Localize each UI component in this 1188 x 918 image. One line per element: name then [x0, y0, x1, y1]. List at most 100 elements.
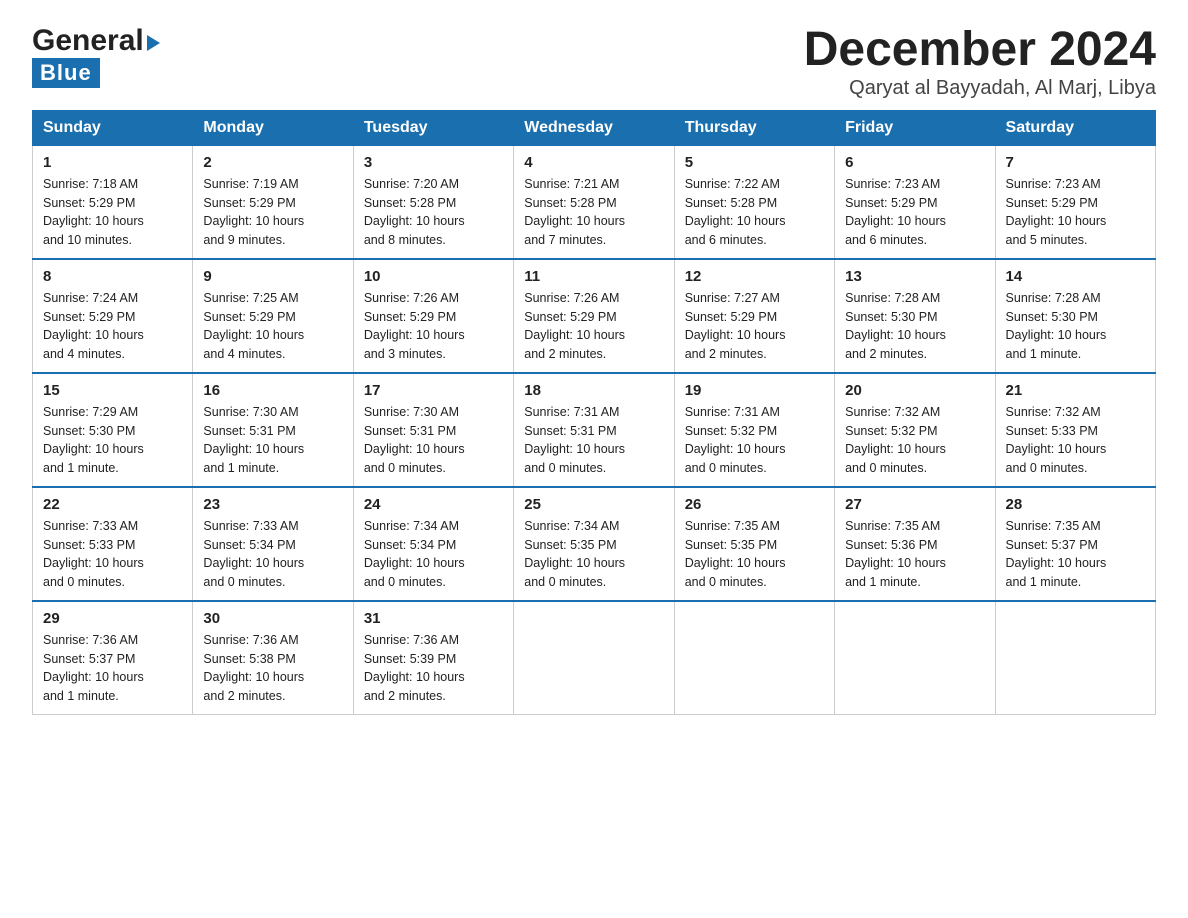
day-number: 21 [1006, 382, 1145, 399]
logo-general: General [32, 24, 144, 58]
day-number: 31 [364, 610, 503, 627]
day-info: Sunrise: 7:25 AMSunset: 5:29 PMDaylight:… [203, 289, 342, 364]
day-number: 12 [685, 268, 824, 285]
calendar-cell: 3 Sunrise: 7:20 AMSunset: 5:28 PMDaylight… [353, 145, 513, 259]
calendar-week-row: 29 Sunrise: 7:36 AMSunset: 5:37 PMDayligh… [33, 601, 1156, 715]
day-number: 30 [203, 610, 342, 627]
day-number: 1 [43, 154, 182, 171]
calendar-cell: 8Sunrise: 7:24 AMSunset: 5:29 PMDaylight… [33, 259, 193, 373]
calendar-week-row: 22 Sunrise: 7:33 AMSunset: 5:33 PMDayligh… [33, 487, 1156, 601]
calendar-cell: 22 Sunrise: 7:33 AMSunset: 5:33 PMDayligh… [33, 487, 193, 601]
day-info: Sunrise: 7:23 AMSunset: 5:29 PMDaylight:… [845, 175, 984, 250]
day-info: Sunrise: 7:20 AMSunset: 5:28 PMDaylight:… [364, 175, 503, 250]
day-info: Sunrise: 7:30 AMSunset: 5:31 PMDaylight:… [364, 403, 503, 478]
calendar-cell [674, 601, 834, 715]
day-number: 2 [203, 154, 342, 171]
calendar-cell: 5 Sunrise: 7:22 AMSunset: 5:28 PMDaylight… [674, 145, 834, 259]
day-number: 27 [845, 496, 984, 513]
day-info: Sunrise: 7:22 AMSunset: 5:28 PMDaylight:… [685, 175, 824, 250]
day-info: Sunrise: 7:31 AMSunset: 5:31 PMDaylight:… [524, 403, 663, 478]
day-number: 16 [203, 382, 342, 399]
weekday-header-tuesday: Tuesday [353, 110, 513, 145]
calendar-cell: 25 Sunrise: 7:34 AMSunset: 5:35 PMDayligh… [514, 487, 674, 601]
day-number: 28 [1006, 496, 1145, 513]
day-number: 13 [845, 268, 984, 285]
day-info: Sunrise: 7:28 AMSunset: 5:30 PMDaylight:… [845, 289, 984, 364]
day-info: Sunrise: 7:27 AMSunset: 5:29 PMDaylight:… [685, 289, 824, 364]
weekday-header-friday: Friday [835, 110, 995, 145]
day-number: 24 [364, 496, 503, 513]
day-info: Sunrise: 7:35 AMSunset: 5:37 PMDaylight:… [1006, 517, 1145, 592]
calendar-cell: 30 Sunrise: 7:36 AMSunset: 5:38 PMDayligh… [193, 601, 353, 715]
logo-blue: Blue [40, 60, 92, 85]
calendar-cell: 1 Sunrise: 7:18 AMSunset: 5:29 PMDaylight… [33, 145, 193, 259]
calendar-cell [514, 601, 674, 715]
day-number: 19 [685, 382, 824, 399]
day-number: 20 [845, 382, 984, 399]
day-number: 4 [524, 154, 663, 171]
weekday-header-saturday: Saturday [995, 110, 1155, 145]
calendar-cell: 17 Sunrise: 7:30 AMSunset: 5:31 PMDayligh… [353, 373, 513, 487]
calendar-cell: 10 Sunrise: 7:26 AMSunset: 5:29 PMDayligh… [353, 259, 513, 373]
day-info: Sunrise: 7:29 AMSunset: 5:30 PMDaylight:… [43, 403, 182, 478]
calendar-cell: 23Sunrise: 7:33 AMSunset: 5:34 PMDayligh… [193, 487, 353, 601]
day-info: Sunrise: 7:35 AMSunset: 5:36 PMDaylight:… [845, 517, 984, 592]
day-info: Sunrise: 7:30 AMSunset: 5:31 PMDaylight:… [203, 403, 342, 478]
weekday-header-thursday: Thursday [674, 110, 834, 145]
day-info: Sunrise: 7:36 AMSunset: 5:37 PMDaylight:… [43, 631, 182, 706]
calendar-cell [995, 601, 1155, 715]
calendar-cell: 27 Sunrise: 7:35 AMSunset: 5:36 PMDayligh… [835, 487, 995, 601]
calendar-cell: 28 Sunrise: 7:35 AMSunset: 5:37 PMDayligh… [995, 487, 1155, 601]
day-info: Sunrise: 7:36 AMSunset: 5:38 PMDaylight:… [203, 631, 342, 706]
day-info: Sunrise: 7:32 AMSunset: 5:32 PMDaylight:… [845, 403, 984, 478]
calendar-cell: 14 Sunrise: 7:28 AMSunset: 5:30 PMDayligh… [995, 259, 1155, 373]
day-number: 18 [524, 382, 663, 399]
calendar-cell: 2Sunrise: 7:19 AMSunset: 5:29 PMDaylight… [193, 145, 353, 259]
day-number: 10 [364, 268, 503, 285]
day-number: 29 [43, 610, 182, 627]
calendar-cell: 6 Sunrise: 7:23 AMSunset: 5:29 PMDaylight… [835, 145, 995, 259]
day-number: 3 [364, 154, 503, 171]
day-number: 23 [203, 496, 342, 513]
calendar-cell: 21 Sunrise: 7:32 AMSunset: 5:33 PMDayligh… [995, 373, 1155, 487]
day-number: 22 [43, 496, 182, 513]
calendar-cell: 26Sunrise: 7:35 AMSunset: 5:35 PMDayligh… [674, 487, 834, 601]
weekday-header-row: SundayMondayTuesdayWednesdayThursdayFrid… [33, 110, 1156, 145]
calendar-cell: 16 Sunrise: 7:30 AMSunset: 5:31 PMDayligh… [193, 373, 353, 487]
calendar-cell: 4Sunrise: 7:21 AMSunset: 5:28 PMDaylight… [514, 145, 674, 259]
day-info: Sunrise: 7:28 AMSunset: 5:30 PMDaylight:… [1006, 289, 1145, 364]
page-header: General Blue December 2024 Qaryat al Bay… [32, 24, 1156, 100]
day-number: 6 [845, 154, 984, 171]
day-info: Sunrise: 7:32 AMSunset: 5:33 PMDaylight:… [1006, 403, 1145, 478]
day-info: Sunrise: 7:33 AMSunset: 5:33 PMDaylight:… [43, 517, 182, 592]
day-number: 7 [1006, 154, 1145, 171]
calendar-title: December 2024 [804, 24, 1156, 77]
calendar-week-row: 1 Sunrise: 7:18 AMSunset: 5:29 PMDaylight… [33, 145, 1156, 259]
day-info: Sunrise: 7:26 AMSunset: 5:29 PMDaylight:… [524, 289, 663, 364]
day-info: Sunrise: 7:26 AMSunset: 5:29 PMDaylight:… [364, 289, 503, 364]
day-number: 25 [524, 496, 663, 513]
day-info: Sunrise: 7:31 AMSunset: 5:32 PMDaylight:… [685, 403, 824, 478]
calendar-cell: 15 Sunrise: 7:29 AMSunset: 5:30 PMDayligh… [33, 373, 193, 487]
day-info: Sunrise: 7:18 AMSunset: 5:29 PMDaylight:… [43, 175, 182, 250]
title-block: December 2024 Qaryat al Bayyadah, Al Mar… [804, 24, 1156, 100]
calendar-cell: 9Sunrise: 7:25 AMSunset: 5:29 PMDaylight… [193, 259, 353, 373]
day-number: 11 [524, 268, 663, 285]
weekday-header-monday: Monday [193, 110, 353, 145]
day-number: 8 [43, 268, 182, 285]
day-number: 15 [43, 382, 182, 399]
calendar-week-row: 8Sunrise: 7:24 AMSunset: 5:29 PMDaylight… [33, 259, 1156, 373]
calendar-cell: 29 Sunrise: 7:36 AMSunset: 5:37 PMDayligh… [33, 601, 193, 715]
day-info: Sunrise: 7:23 AMSunset: 5:29 PMDaylight:… [1006, 175, 1145, 250]
day-number: 5 [685, 154, 824, 171]
calendar-cell: 20 Sunrise: 7:32 AMSunset: 5:32 PMDayligh… [835, 373, 995, 487]
calendar-week-row: 15 Sunrise: 7:29 AMSunset: 5:30 PMDayligh… [33, 373, 1156, 487]
day-number: 17 [364, 382, 503, 399]
calendar-table: SundayMondayTuesdayWednesdayThursdayFrid… [32, 110, 1156, 715]
day-info: Sunrise: 7:34 AMSunset: 5:35 PMDaylight:… [524, 517, 663, 592]
weekday-header-sunday: Sunday [33, 110, 193, 145]
calendar-subtitle: Qaryat al Bayyadah, Al Marj, Libya [804, 77, 1156, 100]
day-number: 14 [1006, 268, 1145, 285]
calendar-cell: 7 Sunrise: 7:23 AMSunset: 5:29 PMDaylight… [995, 145, 1155, 259]
logo-triangle-icon [147, 35, 160, 51]
